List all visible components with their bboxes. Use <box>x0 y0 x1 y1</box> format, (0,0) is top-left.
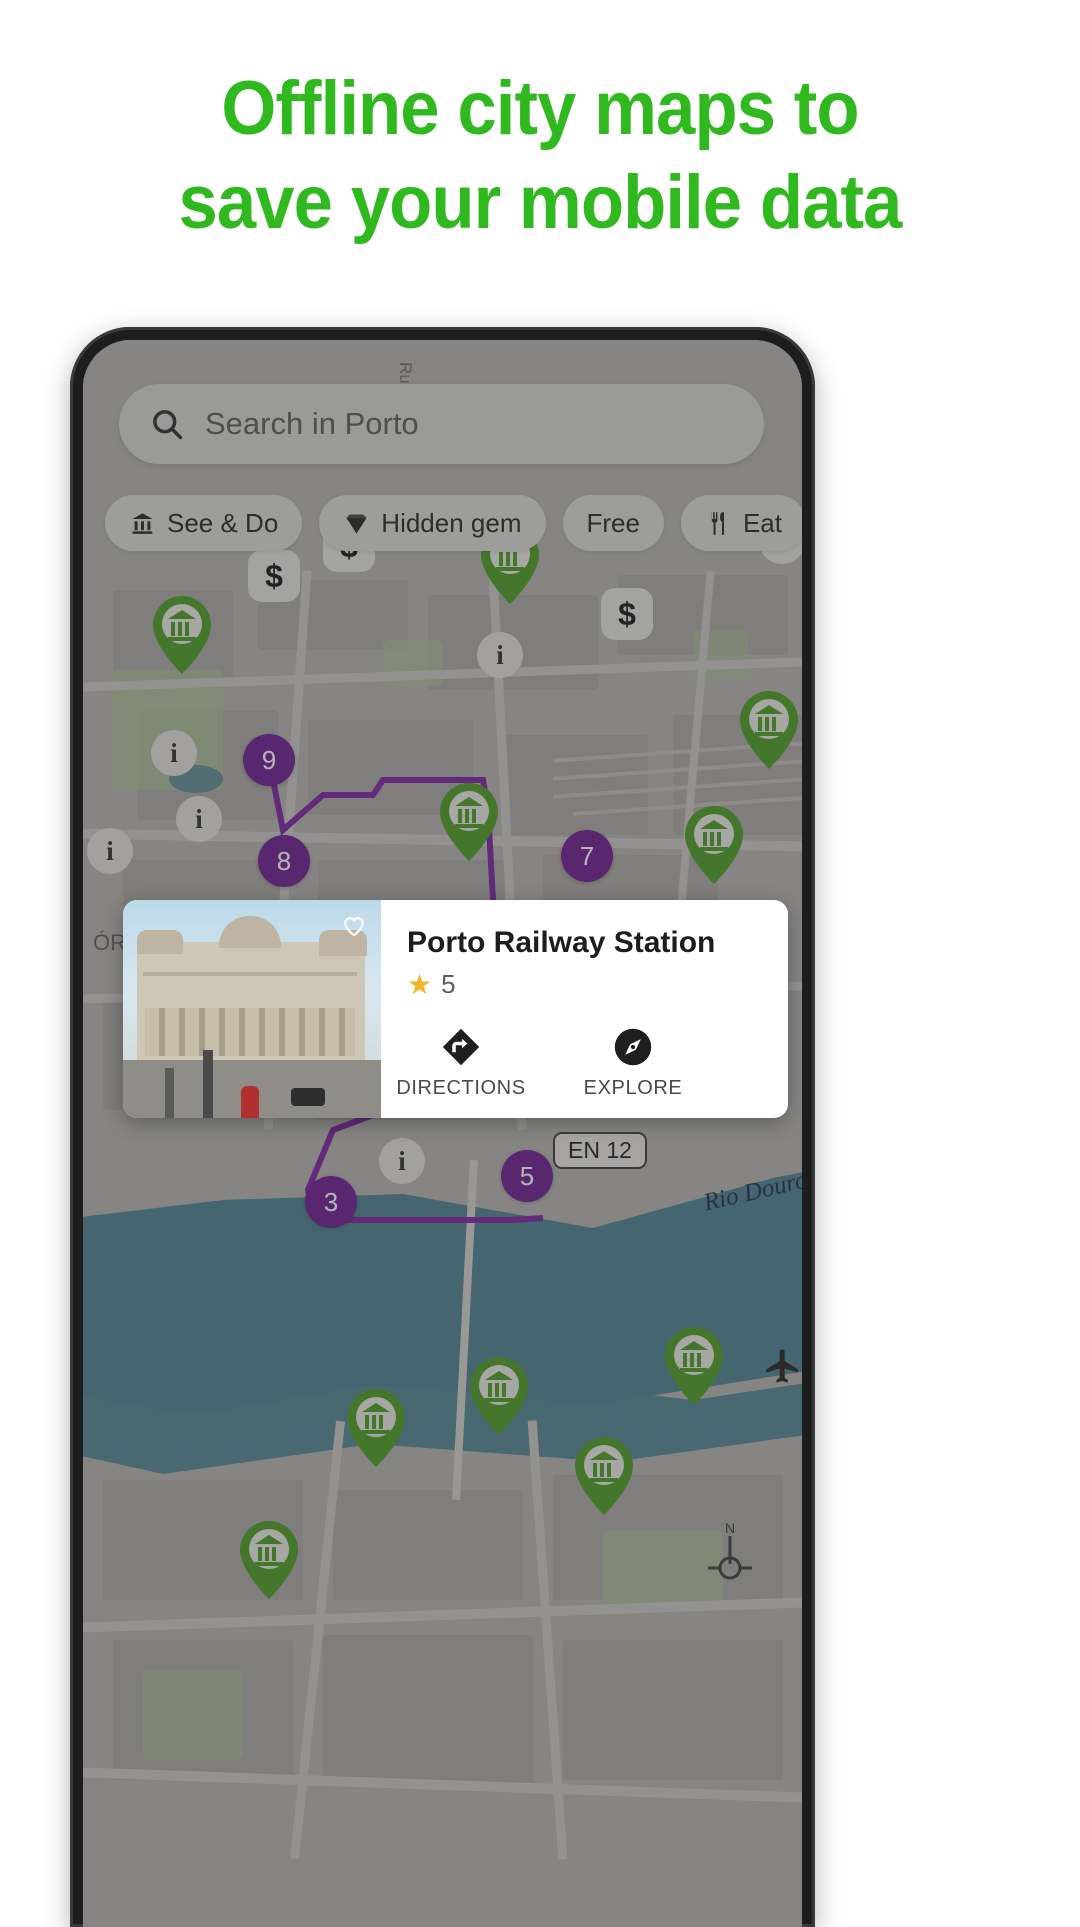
search-icon <box>153 410 183 440</box>
route-waypoint[interactable]: 9 <box>243 734 295 786</box>
star-icon: ★ <box>407 968 433 1000</box>
rating-value: 5 <box>441 969 456 999</box>
phone-screen: Rua ÓR Rio Douro $ $ $ i i i i i i 9 8 7… <box>83 340 802 1927</box>
park-area <box>143 1670 243 1760</box>
route-waypoint[interactable]: 7 <box>561 830 613 882</box>
info-marker[interactable]: i <box>176 796 222 842</box>
search-placeholder: Search in Porto <box>205 406 419 441</box>
compass-icon <box>708 1536 752 1580</box>
map-road <box>83 1597 802 1633</box>
info-marker[interactable]: i <box>379 1138 425 1184</box>
price-marker[interactable]: $ <box>248 550 300 602</box>
info-marker[interactable]: i <box>477 632 523 678</box>
place-actions: DIRECTIONS EXPLORE <box>396 1026 691 1100</box>
place-title: Porto Railway Station <box>407 926 716 959</box>
filter-chip-label: Eat <box>742 507 782 538</box>
map-block <box>323 1635 533 1785</box>
info-marker[interactable]: i <box>151 730 197 776</box>
headline-line-1: Offline city maps to <box>221 66 859 151</box>
poi-pin-museum[interactable] <box>468 1356 530 1436</box>
directions-button[interactable]: DIRECTIONS <box>396 1026 525 1100</box>
price-marker[interactable]: $ <box>601 588 653 640</box>
poi-pin-museum[interactable] <box>151 595 213 675</box>
filter-chip-label: Free <box>586 507 640 538</box>
headline-line-2: save your mobile data <box>178 160 903 245</box>
filter-chip-label: See & Do <box>167 507 279 538</box>
phone-mockup: Rua ÓR Rio Douro $ $ $ i i i i i i 9 8 7… <box>70 327 815 1927</box>
road-badge: EN 12 <box>553 1132 647 1169</box>
poi-pin-museum[interactable] <box>345 1388 407 1468</box>
filter-chip-row[interactable]: See & Do Hidden gem Free Eat <box>105 494 802 552</box>
compass-control[interactable]: N <box>691 1502 769 1580</box>
map-block <box>563 1640 783 1780</box>
place-photo <box>123 900 381 1118</box>
museum-icon <box>132 512 153 534</box>
poi-pin-museum[interactable] <box>573 1436 635 1516</box>
directions-label: DIRECTIONS <box>396 1077 526 1099</box>
poi-pin-museum[interactable] <box>738 690 800 770</box>
poi-pin-museum[interactable] <box>683 805 745 885</box>
filter-chip-hidden-gem[interactable]: Hidden gem <box>319 495 546 551</box>
compass-icon <box>614 1028 652 1066</box>
compass-north-label: N <box>724 1520 736 1536</box>
poi-pin-museum[interactable] <box>238 1520 300 1600</box>
poi-pin-museum[interactable] <box>438 782 500 862</box>
explore-button[interactable]: EXPLORE <box>575 1026 691 1100</box>
diamond-icon <box>346 514 367 534</box>
place-rating: ★ 5 <box>407 969 788 1000</box>
filter-chip-see-and-do[interactable]: See & Do <box>105 495 303 551</box>
cutlery-icon <box>711 511 724 535</box>
filter-chip-eat[interactable]: Eat <box>680 495 802 551</box>
route-waypoint[interactable]: 3 <box>305 1176 357 1228</box>
filter-chip-label: Hidden gem <box>381 507 522 538</box>
info-marker[interactable]: i <box>87 828 133 874</box>
filter-chip-free[interactable]: Free <box>562 495 664 551</box>
explore-label: EXPLORE <box>583 1077 683 1099</box>
search-input[interactable]: Search in Porto <box>119 384 764 464</box>
airport-icon[interactable] <box>763 1346 802 1391</box>
heart-icon[interactable] <box>339 910 369 940</box>
route-waypoint[interactable]: 5 <box>501 1150 553 1202</box>
poi-pin-museum[interactable] <box>663 1326 725 1406</box>
directions-icon <box>442 1028 480 1066</box>
page-title: Offline city maps to save your mobile da… <box>38 62 1042 250</box>
place-info: Porto Railway Station ★ 5 DIRECTIONS EXP… <box>381 900 788 1118</box>
route-waypoint[interactable]: 8 <box>258 835 310 887</box>
map-canvas[interactable]: Rua ÓR Rio Douro $ $ $ i i i i i i 9 8 7… <box>83 340 802 1927</box>
place-card[interactable]: Porto Railway Station ★ 5 DIRECTIONS EXP… <box>123 900 788 1118</box>
